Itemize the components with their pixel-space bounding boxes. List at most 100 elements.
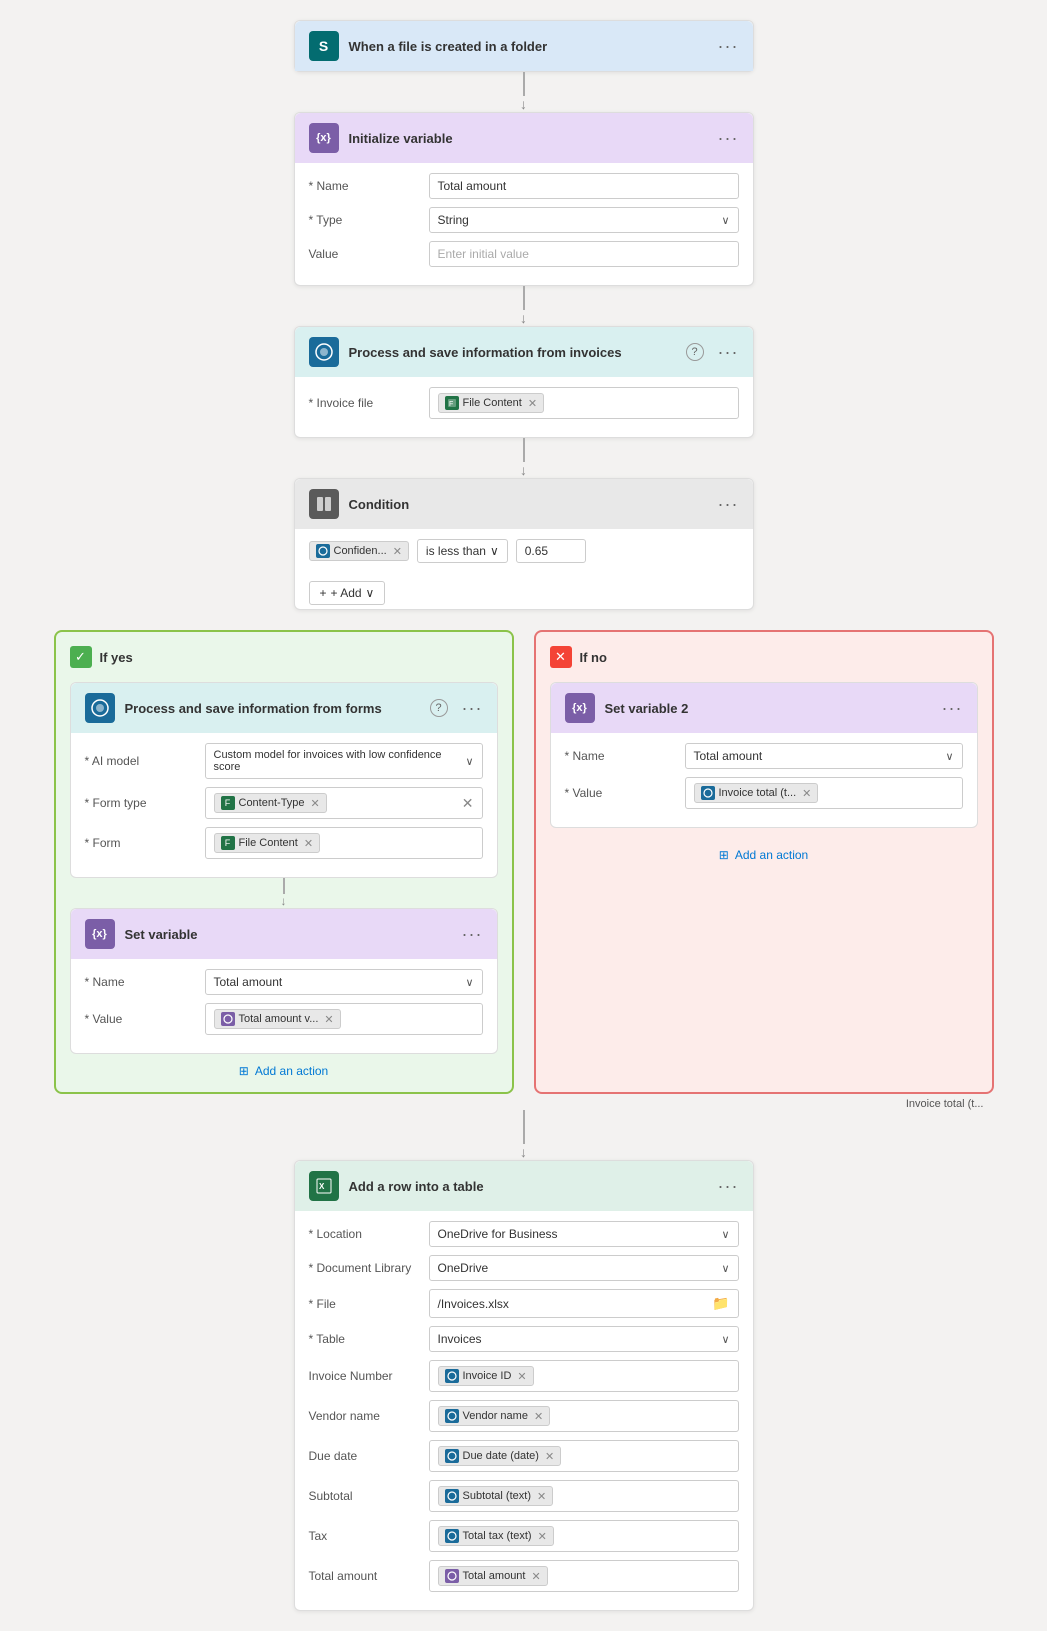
form-type-label: * Form type <box>85 796 195 810</box>
doc-library-label: * Document Library <box>309 1261 419 1275</box>
type-select[interactable]: String ∨ <box>429 207 739 233</box>
set-var2-name-select[interactable]: Total amount ∨ <box>685 743 963 769</box>
set-variable2-icon: {x} <box>565 693 595 723</box>
initialize-variable-card: {x} Initialize variable ··· * Name Total… <box>294 112 754 286</box>
invoice-number-chip[interactable]: Invoice ID ✕ <box>438 1366 534 1386</box>
no-add-action[interactable]: ⊞ Add an action <box>550 848 978 862</box>
variable-icon: {x} <box>309 123 339 153</box>
file-content-chip[interactable]: F File Content ✕ <box>438 393 545 413</box>
invoice-number-row: Invoice Number Invoice ID ✕ <box>309 1360 739 1392</box>
form-type-chip-remove[interactable]: ✕ <box>311 797 320 810</box>
init-var-body: * Name Total amount * Type String ∨ Valu… <box>295 163 753 285</box>
process-invoice-card: Process and save information from invoic… <box>294 326 754 438</box>
form-type-clear[interactable]: ✕ <box>462 795 474 812</box>
vendor-name-label: Vendor name <box>309 1409 419 1423</box>
condition-more[interactable]: ··· <box>718 494 739 515</box>
tax-chip[interactable]: Total tax (text) ✕ <box>438 1526 554 1546</box>
form-input[interactable]: F File Content ✕ <box>205 827 483 859</box>
condition-operator[interactable]: is less than ∨ <box>417 539 508 563</box>
invoice-file-input[interactable]: F File Content ✕ <box>429 387 739 419</box>
total-amount-chip-remove[interactable]: ✕ <box>531 1570 540 1583</box>
location-select[interactable]: OneDrive for Business ∨ <box>429 1221 739 1247</box>
table-select[interactable]: Invoices ∨ <box>429 1326 739 1352</box>
vendor-name-chip-remove[interactable]: ✕ <box>534 1410 543 1423</box>
file-content-chip-remove[interactable]: ✕ <box>528 397 537 410</box>
value-input[interactable]: Enter initial value <box>429 241 739 267</box>
condition-card: Condition ··· Confiden... ✕ is less than… <box>294 478 754 610</box>
due-date-chip-remove[interactable]: ✕ <box>545 1450 554 1463</box>
add-condition-plus: + <box>320 586 327 600</box>
location-value: OneDrive for Business <box>438 1227 558 1241</box>
form-chip[interactable]: F File Content ✕ <box>214 833 321 853</box>
total-amount-input[interactable]: Total amount ✕ <box>429 1560 739 1592</box>
form-chip-remove[interactable]: ✕ <box>304 837 313 850</box>
set-var-value-input[interactable]: Total amount v... ✕ <box>205 1003 483 1035</box>
invoice-number-input[interactable]: Invoice ID ✕ <box>429 1360 739 1392</box>
set-var-chip-remove[interactable]: ✕ <box>324 1013 333 1026</box>
tax-input[interactable]: Total tax (text) ✕ <box>429 1520 739 1552</box>
add-row-header: X Add a row into a table ··· <box>295 1161 753 1211</box>
file-browse-icon[interactable]: 📁 <box>712 1295 729 1312</box>
condition-add-btn[interactable]: + + Add ∨ <box>295 573 753 609</box>
form-type-chip[interactable]: F Content-Type ✕ <box>214 793 327 813</box>
trigger-header: S When a file is created in a folder ··· <box>295 21 753 71</box>
type-label: * Type <box>309 213 419 227</box>
set-variable2-more[interactable]: ··· <box>942 698 963 719</box>
invoice-number-chip-remove[interactable]: ✕ <box>517 1370 526 1383</box>
name-input[interactable]: Total amount <box>429 173 739 199</box>
form-label: * Form <box>85 836 195 850</box>
set-var2-chip[interactable]: Invoice total (t... ✕ <box>694 783 819 803</box>
process-forms-more[interactable]: ··· <box>462 698 483 719</box>
subtotal-chip-remove[interactable]: ✕ <box>537 1490 546 1503</box>
due-date-chip[interactable]: Due date (date) ✕ <box>438 1446 562 1466</box>
due-date-input[interactable]: Due date (date) ✕ <box>429 1440 739 1472</box>
ai-model-select[interactable]: Custom model for invoices with low confi… <box>205 743 483 779</box>
set-var2-name-label: * Name <box>565 749 675 763</box>
set-var-chip[interactable]: Total amount v... ✕ <box>214 1009 341 1029</box>
set-variable-more[interactable]: ··· <box>462 924 483 945</box>
condition-operator-label: is less than <box>426 544 486 558</box>
set-var2-name-chevron: ∨ <box>945 750 953 763</box>
set-var2-chip-remove[interactable]: ✕ <box>802 787 811 800</box>
trigger-more[interactable]: ··· <box>718 36 739 57</box>
tax-chip-remove[interactable]: ✕ <box>538 1530 547 1543</box>
process-forms-card: Process and save information from forms … <box>70 682 498 878</box>
branch-yes-label: If yes <box>100 650 133 665</box>
condition-header: Condition ··· <box>295 479 753 529</box>
process-invoice-header: Process and save information from invoic… <box>295 327 753 377</box>
doc-library-row: * Document Library OneDrive ∨ <box>309 1255 739 1281</box>
set-var2-value-input[interactable]: Invoice total (t... ✕ <box>685 777 963 809</box>
set-var-name-select[interactable]: Total amount ∨ <box>205 969 483 995</box>
file-input[interactable]: /Invoices.xlsx 📁 <box>429 1289 739 1318</box>
type-chevron: ∨ <box>721 214 729 227</box>
process-invoice-help[interactable]: ? <box>686 343 704 361</box>
name-row: * Name Total amount <box>309 173 739 199</box>
subtotal-chip-label: Subtotal (text) <box>463 1490 531 1502</box>
branch-yes-badge: ✓ <box>70 646 92 668</box>
add-condition-chevron: ∨ <box>366 586 375 600</box>
arrow-3: ↓ <box>520 462 527 478</box>
condition-chip1-remove[interactable]: ✕ <box>393 545 402 558</box>
form-type-chip-icon: F <box>221 796 235 810</box>
doc-library-select[interactable]: OneDrive ∨ <box>429 1255 739 1281</box>
process-forms-help[interactable]: ? <box>430 699 448 717</box>
subtotal-chip[interactable]: Subtotal (text) ✕ <box>438 1486 554 1506</box>
yes-add-action-icon: ⊞ <box>239 1064 249 1078</box>
vendor-name-chip[interactable]: Vendor name ✕ <box>438 1406 551 1426</box>
sub-arrow-yes: ↓ <box>281 894 287 908</box>
form-type-input[interactable]: F Content-Type ✕ ✕ <box>205 787 483 819</box>
total-amount-chip[interactable]: Total amount ✕ <box>438 1566 548 1586</box>
form-row: * Form F File Content ✕ <box>85 827 483 859</box>
process-invoice-more[interactable]: ··· <box>718 342 739 363</box>
vendor-name-input[interactable]: Vendor name ✕ <box>429 1400 739 1432</box>
add-row-more[interactable]: ··· <box>718 1176 739 1197</box>
yes-add-action[interactable]: ⊞ Add an action <box>70 1064 498 1078</box>
subtotal-input[interactable]: Subtotal (text) ✕ <box>429 1480 739 1512</box>
condition-chip1[interactable]: Confiden... ✕ <box>309 541 409 561</box>
table-row-field: * Table Invoices ∨ <box>309 1326 739 1352</box>
set-variable-header: {x} Set variable ··· <box>71 909 497 959</box>
condition-value[interactable]: 0.65 <box>516 539 586 563</box>
total-amount-row: Total amount Total amount ✕ <box>309 1560 739 1592</box>
init-var-more[interactable]: ··· <box>718 128 739 149</box>
add-condition-button[interactable]: + + Add ∨ <box>309 581 386 605</box>
